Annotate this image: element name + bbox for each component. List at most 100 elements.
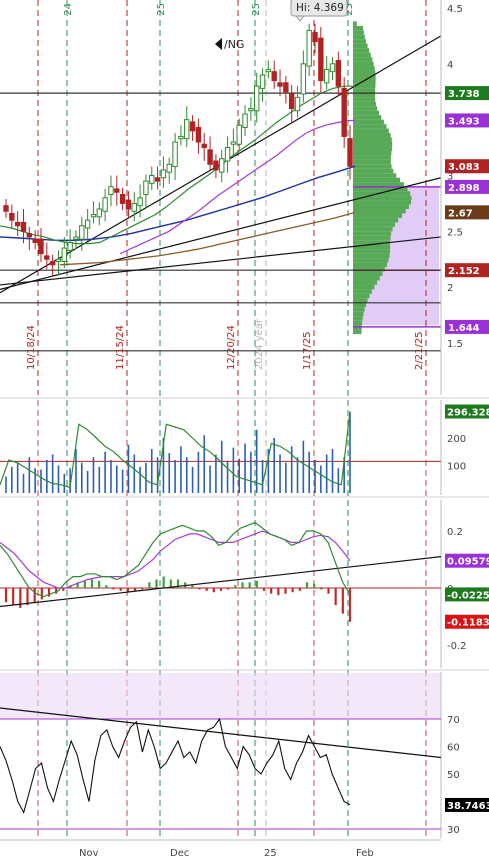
candle-body [131, 202, 137, 212]
candle-body [73, 236, 79, 240]
profile-bar [353, 21, 357, 26]
profile-bar [353, 30, 364, 35]
profile-bar [353, 235, 391, 241]
candle-body [277, 82, 283, 87]
value-area-band [411, 195, 439, 201]
candle-body [172, 141, 178, 168]
candle-body [312, 32, 318, 42]
candle-body [14, 221, 21, 227]
profile-bar [353, 39, 367, 44]
profile-bar [353, 200, 412, 205]
price-tick-label: 4.5 [447, 4, 463, 15]
rsi-overbought-band [0, 673, 441, 719]
time-label: 25 [264, 848, 277, 859]
date-marker-label: 1/17/25 [302, 331, 313, 370]
profile-bar [353, 159, 391, 165]
value-area-band [369, 293, 439, 299]
time-label: Dec [170, 848, 189, 859]
profile-bar [353, 52, 371, 58]
value-area-band [371, 289, 439, 294]
candle-body [341, 87, 347, 137]
profile-bar [353, 302, 366, 308]
profile-bar [353, 142, 393, 147]
profile-bar [353, 276, 380, 281]
macd-tick-label: 0.2 [447, 527, 463, 538]
value-area-band [390, 249, 439, 254]
value-area-band [398, 217, 439, 223]
price-tick-label: 2.5 [447, 227, 463, 238]
date-marker-label: 11/15/24 [115, 325, 126, 370]
candle-body [178, 135, 184, 140]
candle-body [9, 212, 15, 221]
profile-bar [353, 137, 392, 142]
value-area-band [379, 276, 439, 281]
candle-body [32, 238, 38, 243]
symbol-label: /NG [224, 38, 244, 51]
candle-body [26, 233, 33, 238]
profile-bar [353, 177, 400, 183]
rsi-tick-label: 30 [447, 825, 460, 836]
candle-body [149, 175, 155, 184]
value-area-band [386, 262, 439, 268]
profile-bar [353, 271, 383, 276]
profile-bar [353, 222, 396, 227]
date-marker-label: 10/18/24 [26, 325, 37, 370]
price-tick-label: 2 [447, 283, 453, 294]
value-area-band [362, 320, 439, 326]
profile-bar [353, 48, 370, 53]
profile-bar [353, 128, 389, 134]
candle-body [219, 158, 225, 173]
profile-bar [353, 249, 391, 254]
value-area-band [405, 209, 439, 214]
profile-bar [353, 43, 368, 49]
profile-bar [353, 213, 403, 218]
rsi-tick-label: 70 [447, 715, 460, 726]
profile-bar [353, 66, 375, 71]
value-area-band [390, 240, 439, 245]
profile-bar [353, 173, 397, 178]
profile-bar [353, 258, 389, 263]
volume-badge-label: 296.328 [447, 408, 489, 419]
profile-bar [353, 164, 392, 169]
rsi-tick-label: 60 [447, 743, 460, 754]
profile-bar [353, 155, 391, 160]
profile-bar [353, 226, 393, 232]
profile-bar [353, 307, 365, 312]
candle-body [318, 37, 324, 82]
candle-body [294, 96, 301, 112]
profile-bar [353, 150, 392, 156]
value-area-band [365, 302, 439, 308]
candle-body [137, 197, 143, 207]
candle-body [207, 149, 213, 165]
candle-body [306, 29, 312, 67]
candle-body [230, 141, 237, 145]
value-area-band [367, 298, 439, 303]
profile-bar [353, 106, 378, 111]
macd-badge-label: 0.09579 [447, 557, 489, 568]
month-marker-label: 25 [251, 3, 262, 16]
value-area-band [382, 271, 439, 276]
candle-body [49, 260, 56, 266]
candle-body [102, 197, 108, 212]
profile-bar [353, 231, 392, 236]
candle-body [96, 208, 102, 218]
candle-body [90, 214, 97, 218]
profile-bar [353, 182, 404, 187]
time-label: Feb [356, 848, 374, 859]
profile-bar [353, 61, 374, 67]
candle-body [79, 225, 85, 240]
profile-bar [353, 320, 363, 326]
profile-bar [353, 204, 409, 209]
price-tick-label: 1.5 [447, 339, 463, 350]
candle-body [20, 221, 27, 232]
profile-bar [353, 209, 406, 214]
high-label: Hi: 4.369 [296, 2, 344, 14]
candle-body [248, 108, 254, 112]
profile-bar [353, 146, 392, 151]
candle-body [335, 59, 342, 87]
profile-bar [353, 88, 376, 93]
candle-body [114, 188, 120, 193]
profile-bar [353, 168, 394, 174]
value-area-band [392, 226, 439, 232]
candle-body [38, 238, 44, 255]
